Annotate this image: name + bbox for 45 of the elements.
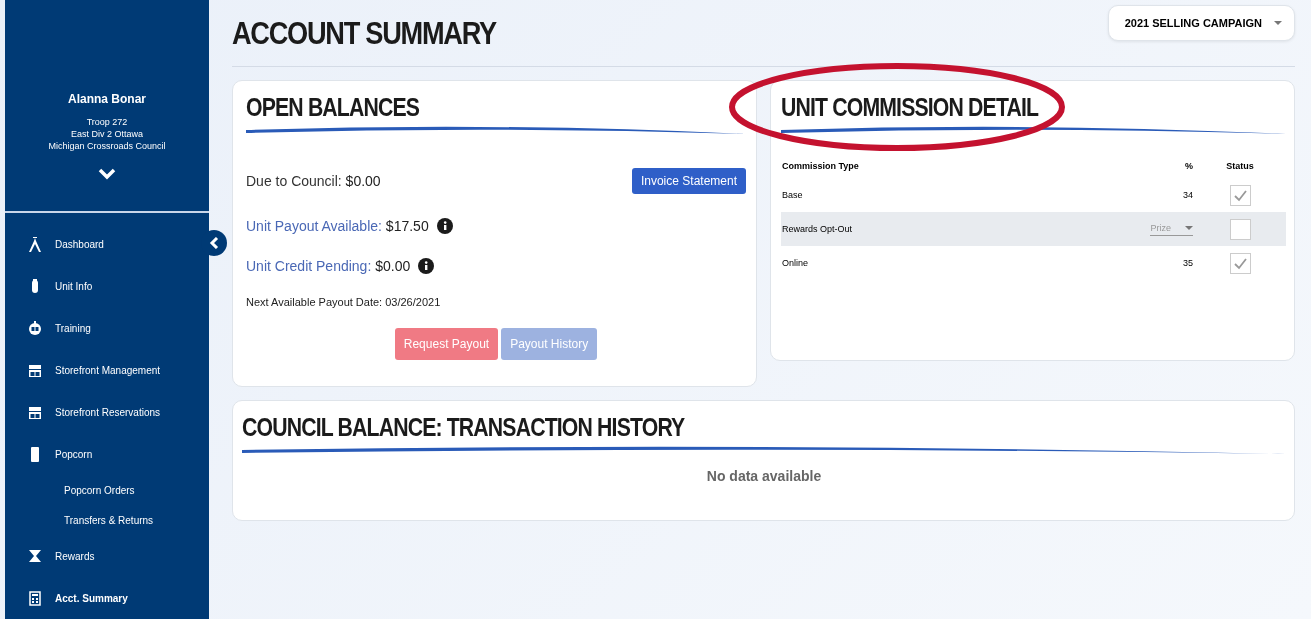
chevron-down-icon[interactable]: [98, 168, 116, 180]
invoice-statement-button[interactable]: Invoice Statement: [631, 168, 746, 194]
storefront-icon: [27, 404, 43, 420]
nav-item[interactable]: Training: [5, 307, 209, 349]
nav-item[interactable]: Storefront Management: [5, 349, 209, 391]
table-cell: Rewards Opt-Out: [782, 224, 853, 234]
balance-line: Due to Council: $0.00: [246, 173, 381, 189]
nav-subitem[interactable]: Popcorn Orders: [5, 475, 209, 505]
nav-item[interactable]: Acct. Summary: [5, 577, 209, 619]
user-detail: East Div 2 Ottawa: [71, 128, 143, 140]
status-checkbox[interactable]: [1229, 252, 1251, 274]
card-title: UNIT COMMISSION DETAIL: [781, 93, 1040, 122]
nav-item[interactable]: Rewards: [5, 535, 209, 577]
empty-message: No data available: [705, 468, 823, 484]
table-cell: Base: [782, 190, 803, 200]
status-checkbox[interactable]: [1229, 184, 1251, 206]
nav-item[interactable]: Dashboard: [5, 223, 209, 265]
campaign-dropdown[interactable]: 2021 SELLING CAMPAIGN: [1107, 5, 1295, 41]
column-header: Commission Type: [781, 160, 860, 173]
user-name: Alanna Bonar: [68, 92, 146, 106]
user-detail: Troop 272: [86, 116, 128, 128]
chevron-left-icon: [209, 237, 219, 249]
nav-item[interactable]: Unit Info: [5, 265, 209, 307]
column-header: Status: [1225, 160, 1255, 173]
table-cell: Online: [782, 258, 808, 268]
next-payout-date: Next Available Payout Date: 03/26/2021: [246, 296, 442, 308]
info-icon[interactable]: [418, 258, 435, 274]
column-header: %: [1184, 160, 1194, 173]
nav-subitem[interactable]: Transfers & Returns: [5, 505, 209, 535]
card-title: OPEN BALANCES: [246, 93, 421, 122]
status-checkbox[interactable]: [1229, 218, 1251, 240]
table-cell: 34: [1183, 190, 1193, 200]
nav-item[interactable]: Popcorn: [5, 433, 209, 475]
table-cell: 35: [1183, 258, 1193, 268]
nav-item[interactable]: Storefront Reservations: [5, 391, 209, 433]
balance-line: Unit Credit Pending: $0.00: [246, 258, 411, 274]
user-detail: Michigan Crossroads Council: [48, 140, 166, 152]
calculator-icon: [27, 590, 43, 606]
tent-icon: [27, 236, 43, 252]
storefront-icon: [27, 362, 43, 378]
balance-line: Unit Payout Available: $17.50: [246, 218, 429, 234]
robot-icon: [27, 320, 43, 336]
card-title: COUNCIL BALANCE: TRANSACTION HISTORY: [242, 413, 686, 442]
page-title: ACCOUNT SUMMARY: [232, 14, 496, 52]
info-icon[interactable]: [436, 218, 453, 234]
